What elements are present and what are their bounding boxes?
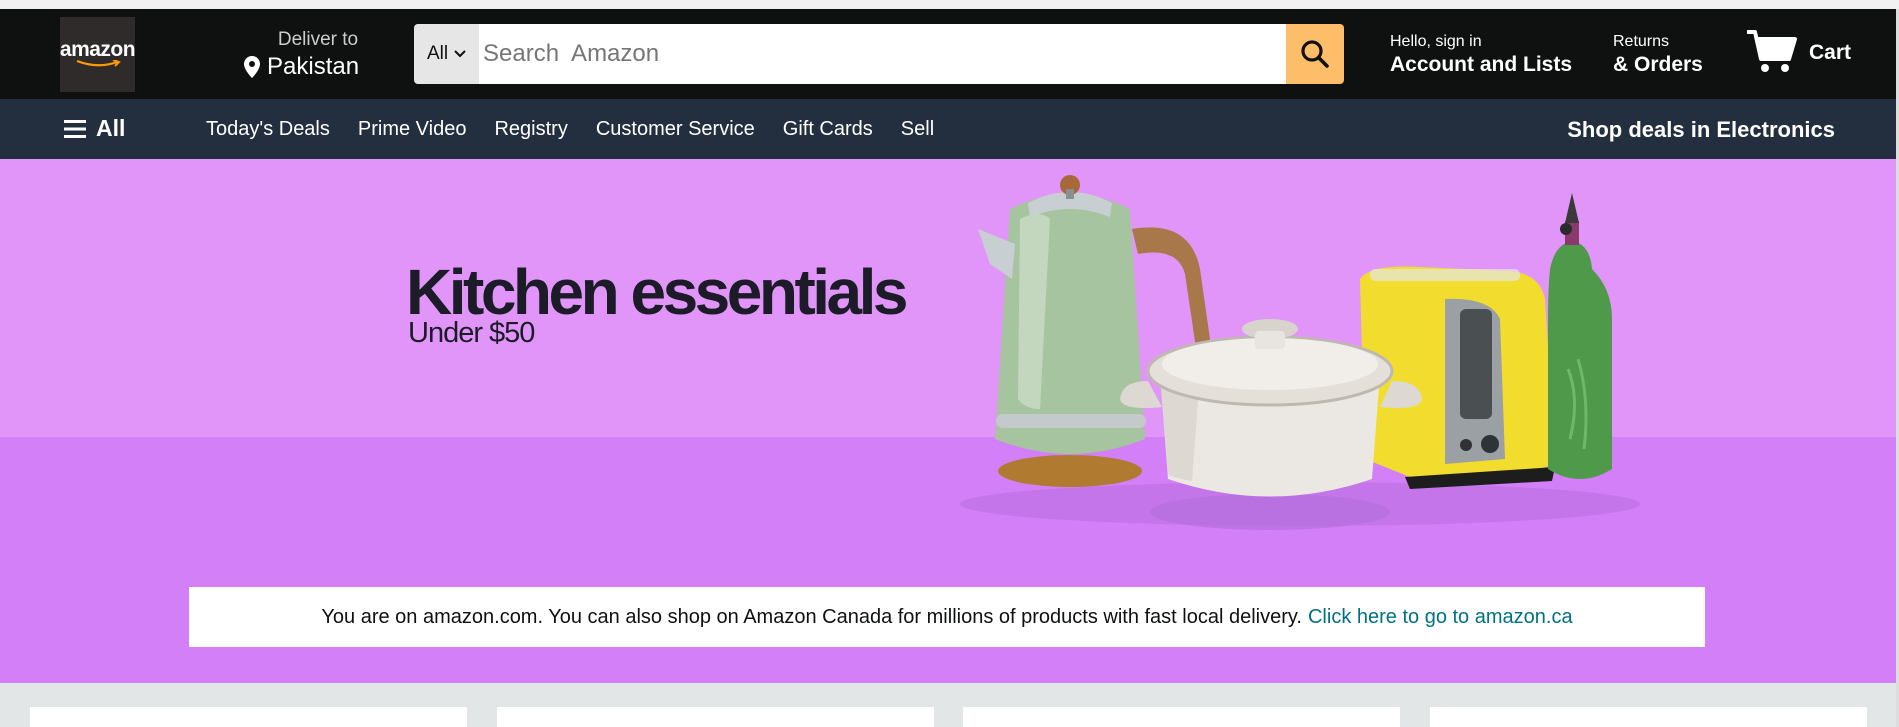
chevron-down-icon bbox=[454, 50, 466, 58]
browser-top-strip bbox=[0, 0, 1899, 9]
notice-text: You are on amazon.com. You can also shop… bbox=[321, 605, 1302, 628]
search-category-label: All bbox=[426, 43, 449, 64]
nav-promo-electronics[interactable]: Shop deals in Electronics bbox=[1567, 117, 1835, 143]
cart-icon bbox=[1747, 30, 1797, 72]
nav-link-registry[interactable]: Registry bbox=[494, 118, 567, 141]
all-menu-button[interactable]: All bbox=[64, 115, 125, 142]
returns-label: Returns bbox=[1613, 33, 1670, 50]
logo-smile-icon bbox=[76, 59, 121, 67]
notice-link-amazon-ca[interactable]: Click here to go to amazon.ca bbox=[1308, 606, 1573, 629]
kitchen-products-illustration bbox=[960, 175, 1640, 530]
deliver-label: Deliver to bbox=[277, 29, 359, 50]
search-icon bbox=[1301, 40, 1329, 68]
amazon-canada-notice-bar: You are on amazon.com. You can also shop… bbox=[189, 587, 1705, 647]
nav-links: Today's Deals Prime Video Registry Custo… bbox=[206, 118, 934, 141]
product-card[interactable] bbox=[30, 707, 467, 727]
product-card[interactable] bbox=[963, 707, 1400, 727]
all-menu-label: All bbox=[96, 115, 126, 141]
hamburger-menu-icon bbox=[64, 119, 86, 138]
amazon-home-page: amazon Deliver to Pakistan All Search Am… bbox=[0, 0, 1899, 727]
returns-and-orders[interactable]: Returns & Orders bbox=[1613, 33, 1703, 77]
oil-bottle-image bbox=[1548, 193, 1612, 479]
nav-link-sell[interactable]: Sell bbox=[901, 118, 934, 141]
search-input[interactable] bbox=[479, 24, 1286, 84]
cart-button[interactable]: Cart bbox=[1745, 27, 1851, 75]
deliver-to[interactable]: Deliver to Pakistan bbox=[243, 29, 383, 81]
product-card[interactable] bbox=[1430, 707, 1867, 727]
location-pin-icon bbox=[244, 56, 260, 78]
product-card[interactable] bbox=[497, 707, 934, 727]
deliver-country: Pakistan bbox=[267, 53, 360, 80]
nav-link-prime-video[interactable]: Prime Video bbox=[358, 118, 467, 141]
account-greeting: Hello, sign in bbox=[1390, 33, 1482, 50]
search-bar: All bbox=[414, 24, 1344, 84]
nav-link-gift-cards[interactable]: Gift Cards bbox=[783, 118, 873, 141]
search-category-select[interactable]: All bbox=[414, 24, 479, 84]
nav-bar: All Today's Deals Prime Video Registry C… bbox=[0, 99, 1896, 159]
amazon-logo[interactable]: amazon bbox=[59, 17, 136, 92]
nav-link-customer-service[interactable]: Customer Service bbox=[596, 118, 755, 141]
header: amazon Deliver to Pakistan All Search Am… bbox=[0, 9, 1896, 99]
product-cards-row bbox=[0, 683, 1896, 727]
account-and-lists[interactable]: Hello, sign in Account and Lists bbox=[1390, 33, 1572, 77]
search-button[interactable] bbox=[1286, 24, 1344, 84]
orders-label: & Orders bbox=[1613, 53, 1703, 76]
hero-subtitle: Under $50 bbox=[408, 317, 535, 349]
account-label: Account and Lists bbox=[1390, 53, 1573, 76]
nav-link-todays-deals[interactable]: Today's Deals bbox=[206, 118, 330, 141]
cart-label: Cart bbox=[1809, 41, 1852, 64]
logo-text: amazon bbox=[59, 37, 136, 61]
